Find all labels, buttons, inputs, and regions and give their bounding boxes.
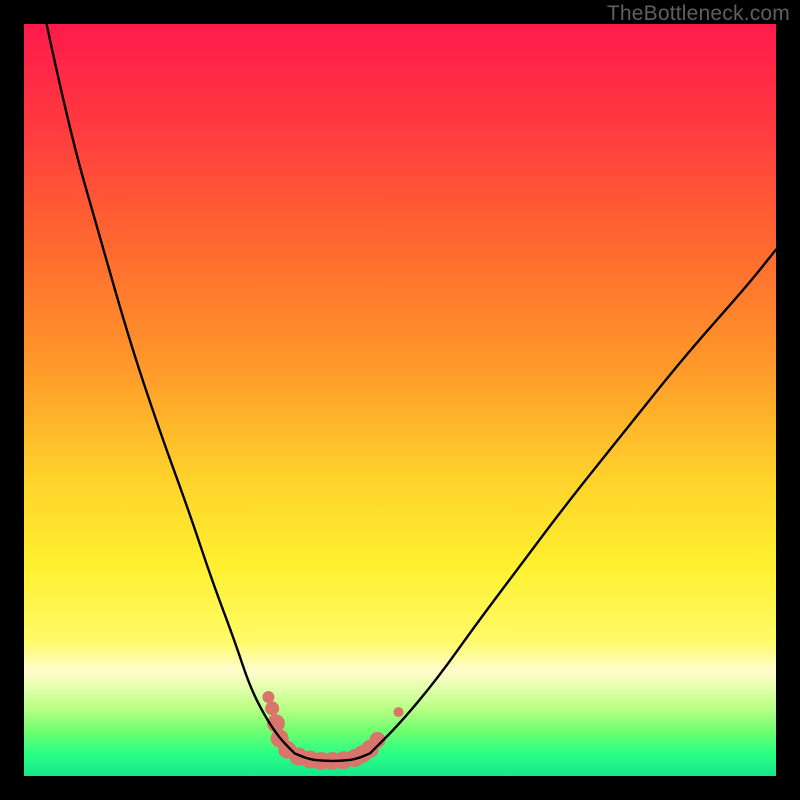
curve-layer xyxy=(24,24,776,776)
plot-area xyxy=(24,24,776,776)
marker-group xyxy=(262,691,403,770)
outer-frame: TheBottleneck.com xyxy=(0,0,800,800)
bottleneck-curve xyxy=(47,24,776,761)
marker-dot xyxy=(394,707,404,717)
marker-dot xyxy=(265,701,279,715)
marker-dot xyxy=(262,691,274,703)
watermark-text: TheBottleneck.com xyxy=(607,2,790,26)
